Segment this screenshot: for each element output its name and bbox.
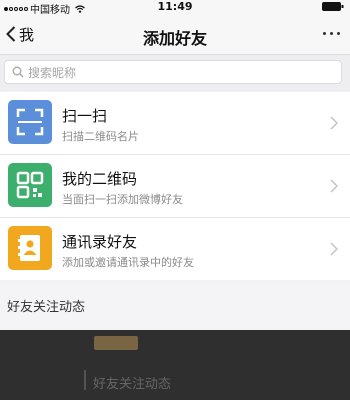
item-title: 我的二维码 <box>62 170 138 188</box>
status-bar: 中国移动 11:49 <box>0 0 350 16</box>
page-title: 添加好友 <box>142 29 207 48</box>
contacts-icon <box>8 226 52 270</box>
list-item-contacts-friends[interactable]: 通讯录好友 添加或邀请通讯录中的好友 <box>0 218 350 280</box>
scan-icon <box>8 100 52 144</box>
more-dots-icon[interactable] <box>323 32 340 35</box>
overlay-divider <box>84 370 86 390</box>
search-placeholder: 搜索昵称 <box>28 65 77 80</box>
status-time: 11:49 <box>157 0 193 13</box>
search-input[interactable]: 搜索昵称 <box>4 60 342 84</box>
list-item-my-qr-code[interactable]: 我的二维码 当面扫一扫添加微博好友 <box>0 155 350 218</box>
chevron-right-icon <box>330 179 338 193</box>
item-subtitle: 添加或邀请通讯录中的好友 <box>62 256 194 269</box>
add-friend-options: 扫一扫 扫描二维码名片 我的二维码 当面扫一扫添加微博好友 通讯录好友 添加或邀… <box>0 92 350 280</box>
overlay-caption: 好友关注动态 <box>93 377 172 392</box>
item-title: 通讯录好友 <box>62 233 138 251</box>
item-subtitle: 扫描二维码名片 <box>62 130 139 143</box>
section-header: 好友关注动态 <box>7 300 86 315</box>
battery-icon <box>322 2 344 11</box>
qr-code-icon <box>8 163 52 207</box>
item-subtitle: 当面扫一扫添加微博好友 <box>62 193 183 206</box>
chevron-right-icon <box>330 116 338 130</box>
item-title: 扫一扫 <box>62 107 108 125</box>
dimmed-overlay <box>0 330 350 400</box>
search-bar: 搜索昵称 <box>0 55 350 91</box>
overlay-thumbnail <box>94 336 138 350</box>
search-icon <box>12 66 24 78</box>
chevron-right-icon <box>330 242 338 256</box>
list-item-scan[interactable]: 扫一扫 扫描二维码名片 <box>0 92 350 155</box>
nav-bar: 我 添加好友 <box>0 14 350 55</box>
